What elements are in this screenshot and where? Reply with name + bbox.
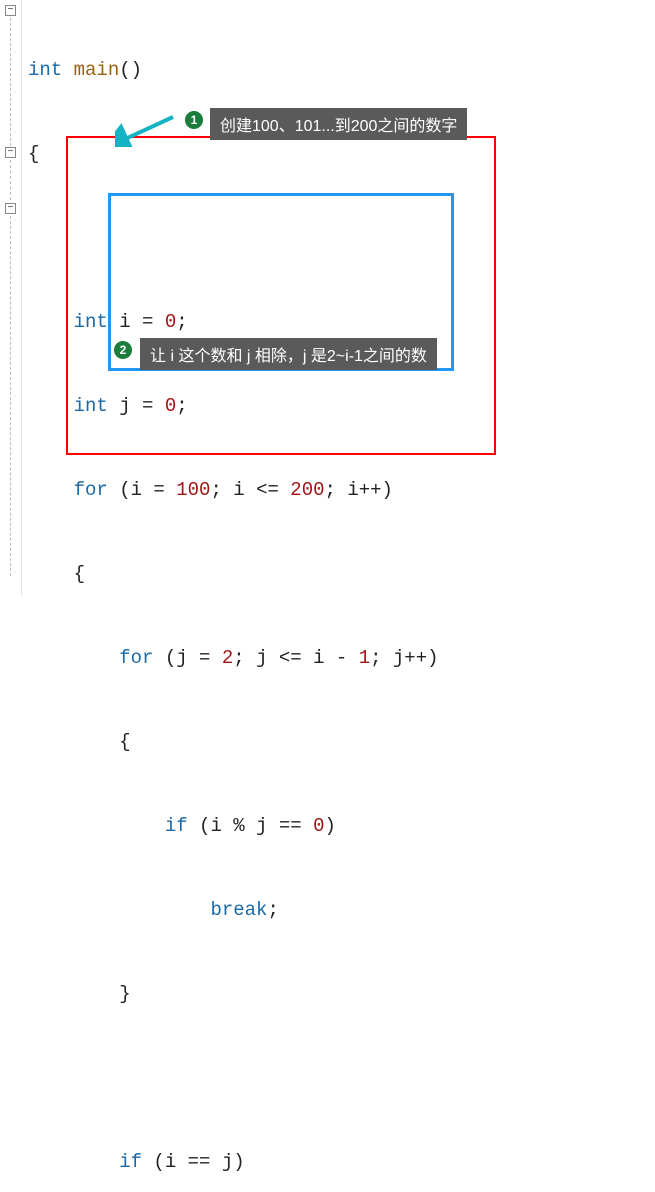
fold-line: [10, 160, 11, 200]
fold-line: [10, 18, 11, 146]
function-main: main: [62, 59, 119, 81]
code-line: break;: [28, 896, 439, 924]
editor-gutter: − − −: [0, 0, 22, 596]
blank-line: [28, 1064, 439, 1092]
annotation-badge-1: 1: [183, 109, 205, 131]
code-line: {: [28, 560, 439, 588]
code-line: int main(): [28, 56, 439, 84]
code-line: for (i = 100; i <= 200; i++): [28, 476, 439, 504]
code-line: }: [28, 980, 439, 1008]
annotation-callout-2: 让 i 这个数和 j 相除，j 是2~i-1之间的数: [140, 338, 437, 370]
code-line: if (i % j == 0): [28, 812, 439, 840]
code-line: {: [28, 728, 439, 756]
fold-icon[interactable]: −: [5, 5, 16, 16]
code-line: for (j = 2; j <= i - 1; j++): [28, 644, 439, 672]
annotation-badge-2: 2: [112, 339, 134, 361]
annotation-callout-1: 创建100、101...到200之间的数字: [210, 108, 467, 140]
fold-icon[interactable]: −: [5, 203, 16, 214]
fold-line: [10, 216, 11, 576]
code-line: if (i == j): [28, 1148, 439, 1176]
fold-icon[interactable]: −: [5, 147, 16, 158]
keyword-int: int: [28, 59, 62, 81]
